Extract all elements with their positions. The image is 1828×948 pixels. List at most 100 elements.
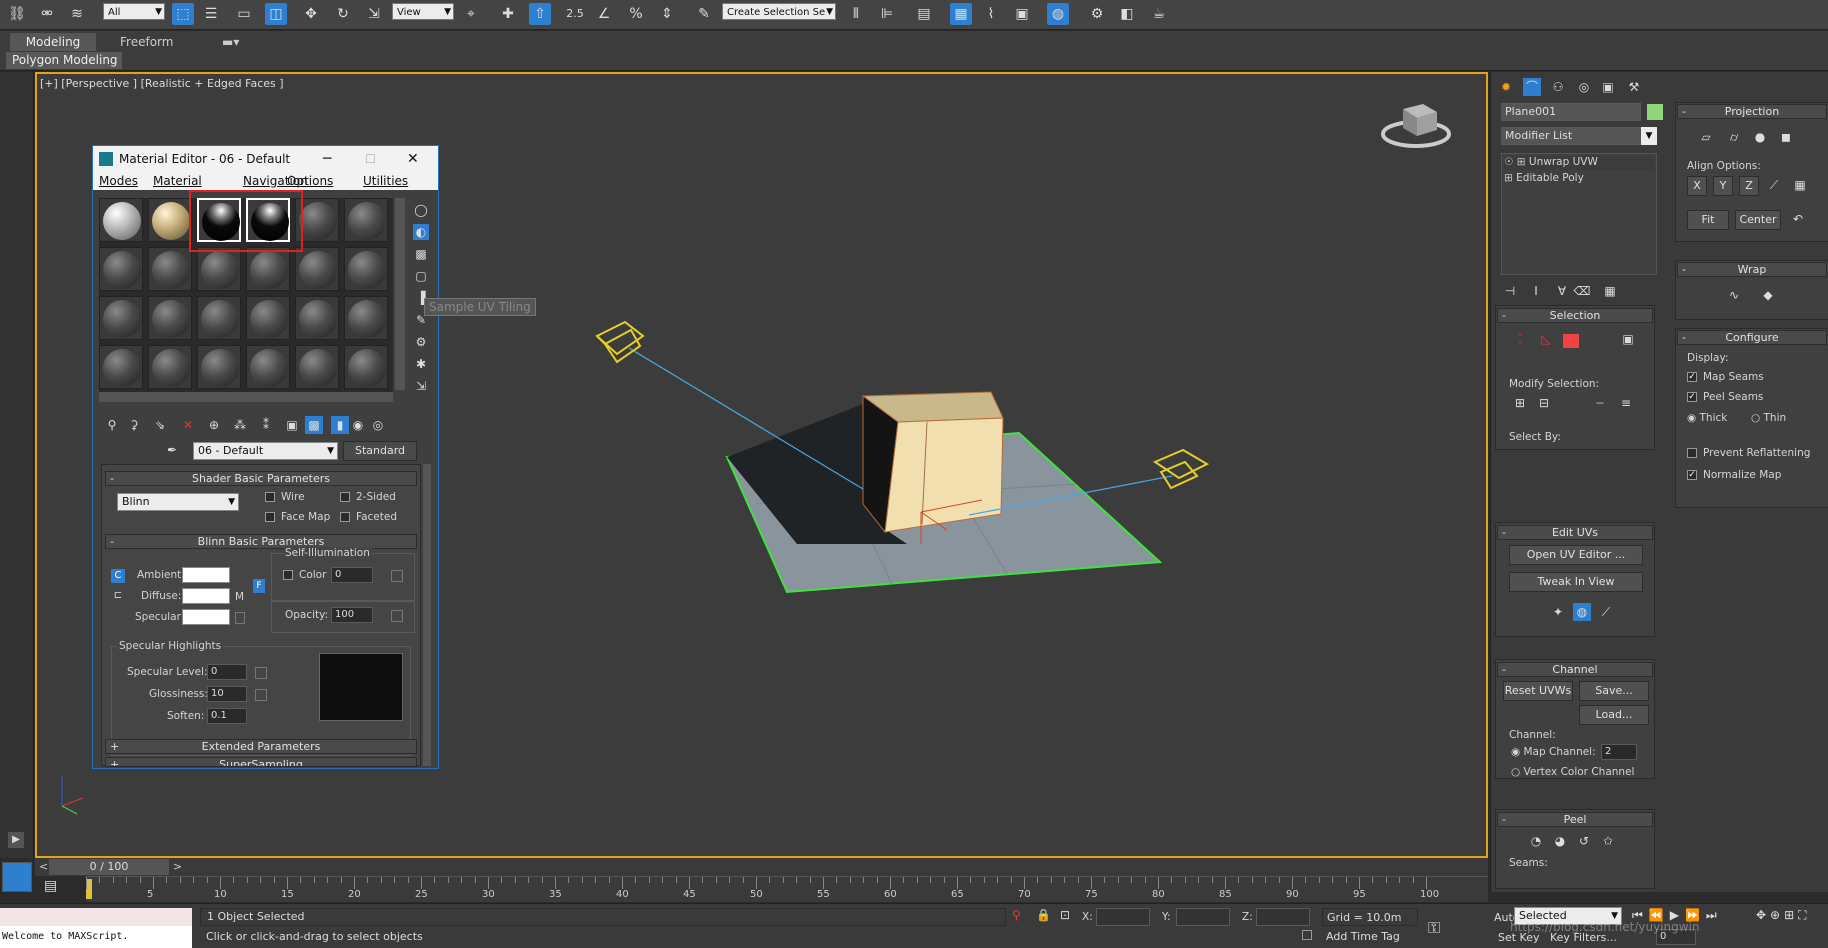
options-icon[interactable]: ⚙ <box>413 334 429 350</box>
normalize-map-checkbox[interactable]: ✓ <box>1687 470 1697 480</box>
unfold-map-icon[interactable]: ◆ <box>1759 286 1777 304</box>
center-button[interactable]: Center <box>1735 210 1781 230</box>
box-map-icon[interactable]: ◼ <box>1777 128 1795 146</box>
material-map-navigator-icon[interactable]: ⇲ <box>413 378 429 394</box>
loop-selection-icon[interactable]: ┄ <box>1591 394 1609 412</box>
sample-slot[interactable] <box>99 296 143 340</box>
map-seams-checkbox[interactable]: ✓ <box>1687 372 1697 382</box>
configure-modifier-sets-icon[interactable]: ▦ <box>1601 282 1619 300</box>
motion-tab-icon[interactable]: ◎ <box>1575 78 1593 96</box>
scene-explorer-icon[interactable]: ▦ <box>950 3 972 25</box>
sample-slot[interactable] <box>148 198 192 242</box>
bind-space-warp-icon[interactable]: ≋ <box>66 3 88 25</box>
polygon-select-icon[interactable] <box>1563 334 1579 348</box>
edit-named-selection-icon[interactable]: ✎ <box>693 3 715 25</box>
extended-params-rollout[interactable]: + Extended Parameters <box>105 739 417 754</box>
ribbon-options-icon[interactable]: ▬▾ <box>212 33 249 51</box>
angle-snap-icon[interactable]: ∠ <box>593 3 615 25</box>
material-editor-icon[interactable]: ◍ <box>1047 3 1069 25</box>
map-channel-radio[interactable]: ◉ Map Channel: <box>1511 746 1596 758</box>
opacity-field[interactable]: 100 <box>331 607 373 623</box>
remove-modifier-icon[interactable]: ⌫ <box>1573 282 1591 300</box>
map-channel-field[interactable]: 2 <box>1601 744 1637 760</box>
specular-map-button[interactable] <box>235 612 245 624</box>
specular-level-map-button[interactable] <box>255 667 267 679</box>
sample-grid-vscroll[interactable] <box>395 198 405 390</box>
polygon-modeling-panel[interactable]: Polygon Modeling <box>6 52 122 69</box>
select-element-icon[interactable]: ▣ <box>1619 330 1637 348</box>
reset-uvws-button[interactable]: Reset UVWs <box>1503 681 1573 701</box>
keyboard-shortcut-override-icon[interactable]: ⇧ <box>529 3 551 25</box>
pick-material-icon[interactable]: ◎ <box>369 416 387 434</box>
named-selection-dropdown[interactable]: Create Selection Se ▼ <box>722 3 836 20</box>
lock-diffuse-specular-icon[interactable]: ⊏ <box>111 590 125 604</box>
opacity-map-button[interactable] <box>391 610 403 622</box>
menu-modes[interactable]: Modes <box>99 172 138 190</box>
schematic-view-icon[interactable]: ▣ <box>1011 3 1033 25</box>
pivot-center-icon[interactable]: ⌖ <box>460 3 482 25</box>
grow-selection-icon[interactable]: ⊞ <box>1511 394 1529 412</box>
sample-slot[interactable] <box>344 296 388 340</box>
menu-options[interactable]: Options <box>287 172 333 190</box>
mini-curve-editor-toggle[interactable] <box>2 862 32 892</box>
next-frame-icon[interactable]: > <box>173 860 182 873</box>
diffuse-color-swatch[interactable] <box>182 588 230 604</box>
selection-lock-icon[interactable]: 🔒 <box>1036 908 1051 922</box>
diffuse-map-button[interactable]: M <box>235 591 244 603</box>
link-icon[interactable]: ⛓ <box>6 3 28 25</box>
modifier-list-dropdown[interactable]: Modifier List <box>1501 127 1657 145</box>
menu-material[interactable]: Material <box>153 172 202 190</box>
layer-manager-icon[interactable]: ▤ <box>913 3 935 25</box>
sample-slot[interactable] <box>99 198 143 242</box>
self-illum-color-checkbox[interactable] <box>283 570 293 580</box>
unlink-icon[interactable]: ⚮ <box>36 3 58 25</box>
align-x-button[interactable]: X <box>1687 176 1707 196</box>
cylindrical-map-icon[interactable]: ⌭ <box>1725 128 1743 146</box>
sample-uv-tiling-icon[interactable]: ▢ <box>413 268 429 284</box>
reset-gizmo-icon[interactable]: ↶ <box>1789 210 1807 228</box>
quick-planar-map-icon[interactable]: ✦ <box>1549 603 1567 621</box>
sample-slot[interactable] <box>197 296 241 340</box>
eyedropper-icon[interactable]: ✒ <box>163 441 181 459</box>
snap-toggle-icon[interactable]: 2.5 <box>564 3 586 25</box>
tweak-in-view-button[interactable]: Tweak In View <box>1509 572 1643 592</box>
sample-slot[interactable] <box>344 247 388 291</box>
rotate-icon[interactable]: ↻ <box>332 3 354 25</box>
maxscript-mini-listener-input[interactable] <box>0 908 192 926</box>
pin-stack-icon[interactable]: ⊣ <box>1501 282 1519 300</box>
maxscript-listener-toggle-icon[interactable]: ▶ <box>8 832 24 848</box>
show-end-result-icon[interactable]: ▩ <box>305 416 323 434</box>
align-y-button[interactable]: Y <box>1713 176 1733 196</box>
align-gizmo-icon[interactable]: ⟋ <box>1597 603 1615 621</box>
sample-slot[interactable] <box>295 345 339 389</box>
supersampling-rollout[interactable]: + SuperSampling <box>105 757 417 767</box>
sample-slot[interactable] <box>295 247 339 291</box>
sample-slot[interactable] <box>246 296 290 340</box>
prev-frame-icon[interactable]: < <box>39 860 48 873</box>
render-production-icon[interactable]: ☕ <box>1148 3 1170 25</box>
y-coord-field[interactable] <box>1176 908 1230 926</box>
thin-radio[interactable]: ○ Thin <box>1751 412 1786 424</box>
spinner-snap-icon[interactable]: ⇕ <box>656 3 678 25</box>
viewport-label[interactable]: [+] [Perspective ] [Realistic + Edged Fa… <box>40 77 284 90</box>
align-icon[interactable]: ⊫ <box>876 3 898 25</box>
load-uvs-button[interactable]: Load... <box>1579 705 1649 725</box>
sample-slot[interactable] <box>246 247 290 291</box>
time-slider[interactable]: < 0 / 100 > <box>35 858 1488 876</box>
f-button[interactable]: F <box>253 579 265 593</box>
select-object-icon[interactable]: ⬚ <box>172 3 194 25</box>
make-unique-icon[interactable]: ⊕ <box>205 416 223 434</box>
stack-item-editable-poly[interactable]: ⊞ Editable Poly <box>1504 172 1654 186</box>
shader-basic-params-rollout[interactable]: - Shader Basic Parameters <box>105 471 417 486</box>
put-to-library-icon[interactable]: ⁂ <box>231 416 249 434</box>
self-illum-value-field[interactable]: 0 <box>331 567 373 583</box>
spherical-map-icon[interactable]: ● <box>1751 128 1769 146</box>
curve-editor-icon[interactable]: ⌇ <box>980 3 1002 25</box>
sample-slot[interactable] <box>295 296 339 340</box>
display-tab-icon[interactable]: ▣ <box>1599 78 1617 96</box>
modify-tab-icon[interactable]: ⌒ <box>1523 78 1541 96</box>
thick-radio[interactable]: ◉ Thick <box>1687 412 1727 424</box>
stack-item-unwrap-uvw[interactable]: ☉ ⊞ Unwrap UVW <box>1504 156 1654 170</box>
pin-icon[interactable]: ✩ <box>1599 832 1617 850</box>
glossiness-field[interactable]: 10 <box>207 686 247 702</box>
